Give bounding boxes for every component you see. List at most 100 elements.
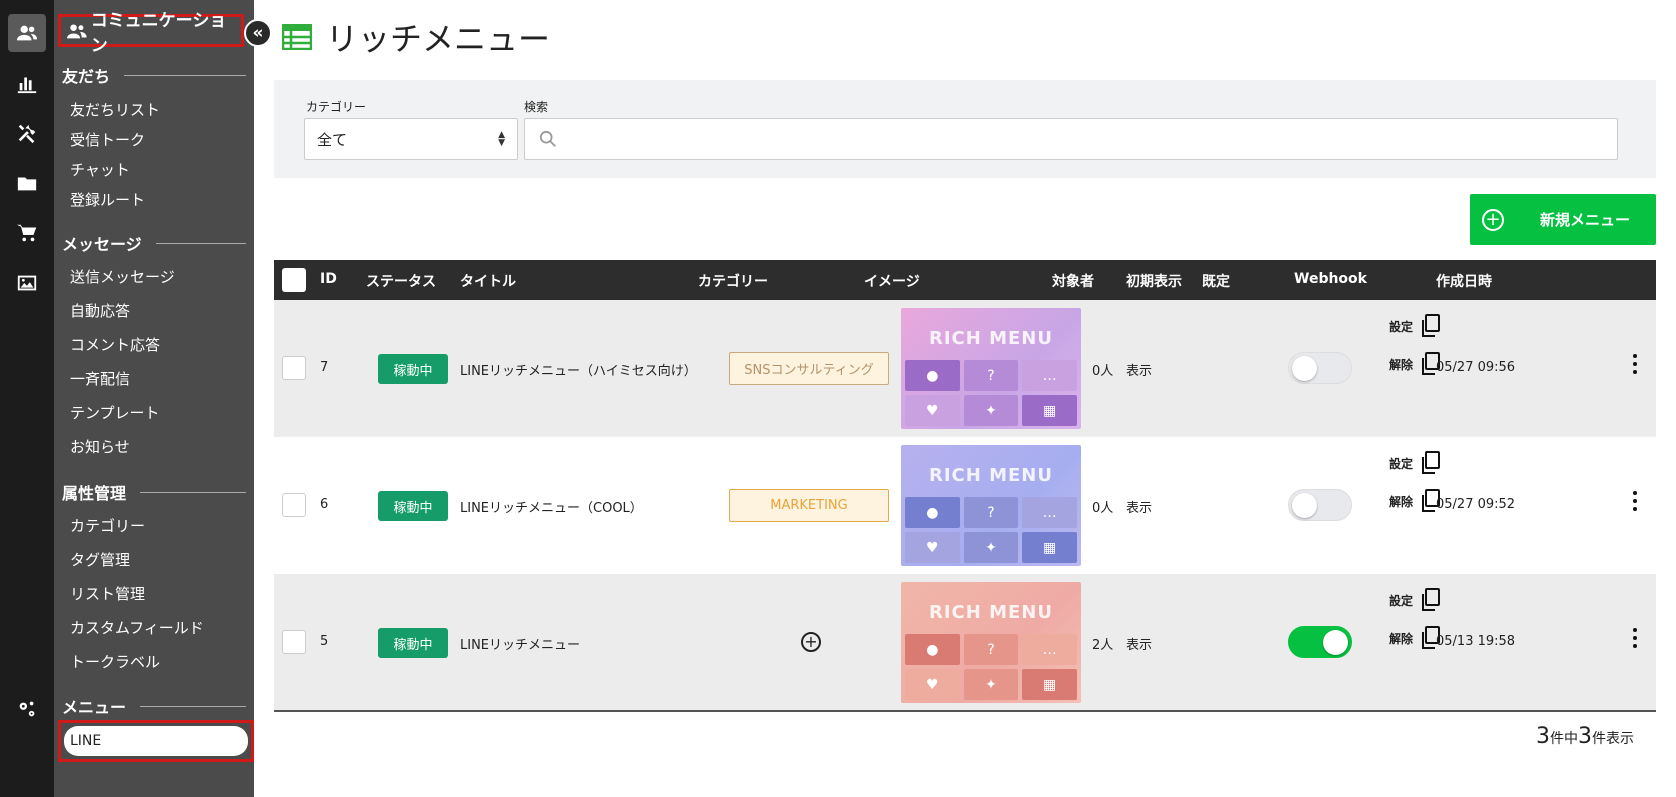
select-arrows-icon: ▲ ▼ (498, 130, 505, 148)
rich-menu-thumbnail-title: RICH MENU (929, 328, 1053, 349)
row-created: 05/13 19:58 (1436, 634, 1516, 649)
webhook-set[interactable]: 設定 (1389, 314, 1441, 338)
webhook-set[interactable]: 設定 (1389, 451, 1441, 475)
image-icon[interactable] (8, 264, 46, 302)
nav-custom-fields[interactable]: カスタムフィールド (70, 617, 204, 638)
main-content: リッチメニュー カテゴリー 全て ▲ ▼ 検索 + 新規メニュー ID ステータス… (254, 0, 1676, 797)
section-heading-attributes: 属性管理 (62, 480, 246, 504)
add-category-icon[interactable]: + (801, 632, 821, 652)
nav-broadcast[interactable]: 一斉配信 (70, 368, 130, 389)
tools-icon[interactable] (8, 114, 46, 152)
row-checkbox[interactable] (282, 356, 306, 380)
search-input[interactable] (524, 118, 1618, 160)
header-status[interactable]: ステータス (366, 271, 436, 291)
status-badge: 稼動中 (378, 354, 448, 384)
nav-categories[interactable]: カテゴリー (70, 515, 145, 536)
nav-notices[interactable]: お知らせ (70, 436, 130, 457)
plus-circle-icon: + (1482, 208, 1504, 231)
sidebar-title-text: コミュニケーション (90, 10, 227, 56)
copy-icon (1422, 451, 1441, 474)
rich-menu-thumbnail[interactable]: RICH MENU ●?… ♥ ✦ ▦ (901, 308, 1081, 429)
nav-friends-list[interactable]: 友だちリスト (70, 99, 160, 120)
webhook-set[interactable]: 設定 (1389, 588, 1441, 612)
row-initial-display: 表示 (1126, 364, 1153, 379)
row-title[interactable]: LINEリッチメニュー（ハイミセス向け） (460, 360, 697, 379)
row-title[interactable]: LINEリッチメニュー (460, 634, 580, 653)
result-shown-label: 件表示 (1592, 731, 1634, 747)
cart-icon[interactable] (8, 214, 46, 252)
rich-menu-thumbnail[interactable]: RICH MENU ●?… ♥ ✦ ▦ (901, 445, 1081, 566)
row-created: 05/27 09:56 (1436, 360, 1516, 375)
chart-icon[interactable] (8, 64, 46, 102)
header-webhook: Webhook (1294, 271, 1367, 287)
row-target: 2人 (1092, 638, 1114, 653)
default-toggle[interactable] (1288, 352, 1352, 384)
header-default: 既定 (1202, 274, 1230, 290)
rich-menu-thumbnail-title: RICH MENU (929, 465, 1053, 486)
default-toggle[interactable] (1288, 489, 1352, 521)
header-initial-display: 初期表示 (1126, 274, 1182, 290)
row-checkbox[interactable] (282, 630, 306, 654)
select-all-checkbox[interactable] (282, 268, 306, 292)
table-header: ID ステータス タイトル カテゴリー イメージ 対象者 初期表示 既定 Web… (274, 260, 1656, 300)
result-total: 3 (1536, 724, 1550, 749)
rich-menu-thumbnail[interactable]: RICH MENU ●?… ♥ ✦ ▦ (901, 582, 1081, 703)
row-title[interactable]: LINEリッチメニュー（COOL） (460, 497, 643, 516)
header-id[interactable]: ID (320, 271, 337, 287)
more-options-icon[interactable] (1627, 628, 1643, 648)
row-target: 0人 (1092, 364, 1114, 379)
webhook-unset[interactable]: 解除 (1389, 626, 1441, 650)
new-menu-button[interactable]: + 新規メニュー (1470, 194, 1656, 245)
nav-registration-route[interactable]: 登録ルート (70, 189, 145, 210)
header-target[interactable]: 対象者 (1052, 271, 1094, 291)
users-icon[interactable] (8, 14, 46, 52)
webhook-set-label: 設定 (1389, 456, 1414, 471)
table-row: 7 稼動中 LINEリッチメニュー（ハイミセス向け） SNSコンサルティング R… (274, 300, 1656, 437)
nav-line[interactable]: LINE (64, 726, 248, 756)
nav-tag-management[interactable]: タグ管理 (70, 549, 130, 570)
nav-templates[interactable]: テンプレート (70, 402, 160, 423)
webhook-unset-label: 解除 (1389, 357, 1414, 372)
table-row: 6 稼動中 LINEリッチメニュー（COOL） MARKETING RICH M… (274, 437, 1656, 574)
default-toggle[interactable] (1288, 626, 1352, 658)
table-icon (282, 24, 312, 50)
row-id: 6 (320, 497, 329, 512)
users-icon (67, 23, 87, 38)
result-of-label: 件中 (1550, 731, 1578, 747)
nav-list-management[interactable]: リスト管理 (70, 583, 145, 604)
header-title[interactable]: タイトル (460, 271, 516, 291)
nav-chat[interactable]: チャット (70, 159, 130, 180)
header-created[interactable]: 作成日時 (1436, 271, 1492, 291)
collapse-sidebar-button[interactable]: « (244, 19, 272, 47)
nav-line-highlight: LINE (58, 720, 254, 762)
more-options-icon[interactable] (1627, 354, 1643, 374)
folder-icon[interactable] (8, 164, 46, 202)
nav-talk-labels[interactable]: トークラベル (70, 651, 160, 672)
nav-received-talk[interactable]: 受信トーク (70, 129, 145, 150)
status-badge: 稼動中 (378, 491, 448, 521)
nav-comment-reply[interactable]: コメント応答 (70, 334, 160, 355)
category-select[interactable]: 全て ▲ ▼ (304, 118, 518, 160)
webhook-unset[interactable]: 解除 (1389, 489, 1441, 513)
page-title-text: リッチメニュー (326, 20, 551, 58)
category-tag[interactable]: MARKETING (729, 489, 889, 522)
row-id: 7 (320, 360, 329, 375)
row-checkbox[interactable] (282, 493, 306, 517)
webhook-set-label: 設定 (1389, 319, 1414, 334)
header-category[interactable]: カテゴリー (698, 271, 768, 291)
settings-gears-icon[interactable] (8, 690, 46, 728)
webhook-unset-label: 解除 (1389, 631, 1414, 646)
section-heading-friends: 友だち (62, 63, 246, 87)
nav-sent-messages[interactable]: 送信メッセージ (70, 266, 175, 287)
row-target: 0人 (1092, 501, 1114, 516)
search-icon (539, 130, 556, 147)
category-tag[interactable]: SNSコンサルティング (729, 352, 889, 385)
row-id: 5 (320, 634, 329, 649)
webhook-unset[interactable]: 解除 (1389, 352, 1441, 376)
row-created: 05/27 09:52 (1436, 497, 1516, 512)
more-options-icon[interactable] (1627, 491, 1643, 511)
page-title: リッチメニュー (282, 14, 550, 60)
row-initial-display: 表示 (1126, 638, 1153, 653)
nav-auto-reply[interactable]: 自動応答 (70, 300, 130, 321)
search-label: 検索 (524, 100, 549, 114)
